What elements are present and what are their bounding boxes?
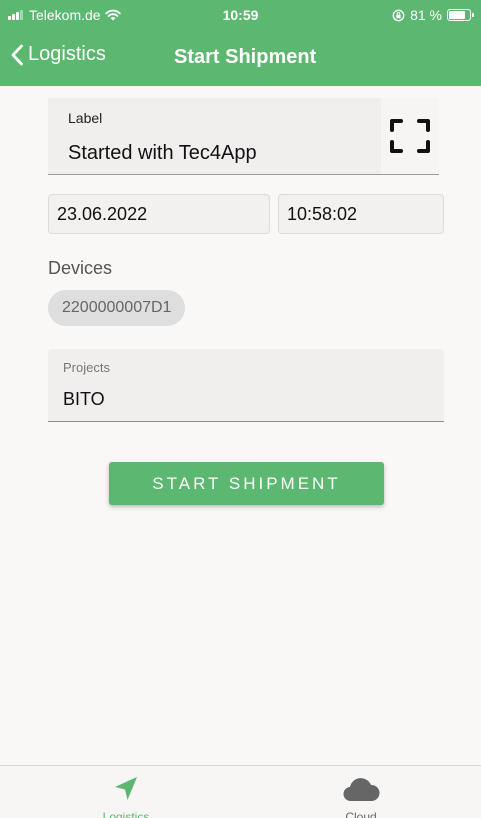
tab-logistics[interactable]: Logistics [26, 766, 226, 818]
device-chip[interactable]: 2200000007D1 [48, 290, 186, 326]
back-label: Logistics [28, 43, 106, 65]
orientation-lock-icon [392, 9, 405, 21]
scan-frame-icon [390, 119, 430, 153]
scan-button[interactable] [381, 98, 439, 175]
start-shipment-button[interactable]: START SHIPMENT [109, 462, 384, 505]
label-value: Started with Tec4App [68, 142, 257, 164]
projects-value: BITO [63, 389, 105, 409]
projects-select[interactable]: Projects BITO [48, 349, 444, 422]
battery-percent: 81 % [410, 7, 442, 23]
cloud-icon [343, 778, 380, 802]
time-field[interactable]: 10:58:02 [278, 194, 444, 234]
chevron-left-icon [11, 44, 23, 65]
tab-cloud-label: Cloud [345, 810, 377, 818]
tab-cloud[interactable]: Cloud [261, 766, 461, 818]
back-button[interactable]: Logistics [10, 43, 106, 66]
status-bar: Telekom.de 10:59 81 % [0, 0, 481, 28]
app-header: Telekom.de 10:59 81 % Logistics Start Sh… [0, 0, 481, 86]
page-title: Start Shipment [174, 46, 317, 68]
label-caption: Label [68, 110, 103, 126]
label-input[interactable]: Label Started with Tec4App [48, 98, 381, 175]
nav-bar: Logistics Start Shipment [0, 40, 481, 80]
battery-level-fill [449, 11, 466, 19]
devices-heading: Devices [48, 258, 113, 278]
navigation-arrow-icon [115, 777, 137, 800]
status-right: 81 % [392, 7, 474, 23]
date-field[interactable]: 23.06.2022 [48, 194, 270, 234]
tab-bar: Logistics Cloud [0, 765, 481, 818]
battery-icon [447, 9, 474, 21]
projects-caption: Projects [63, 360, 110, 375]
tab-logistics-label: Logistics [102, 810, 150, 818]
